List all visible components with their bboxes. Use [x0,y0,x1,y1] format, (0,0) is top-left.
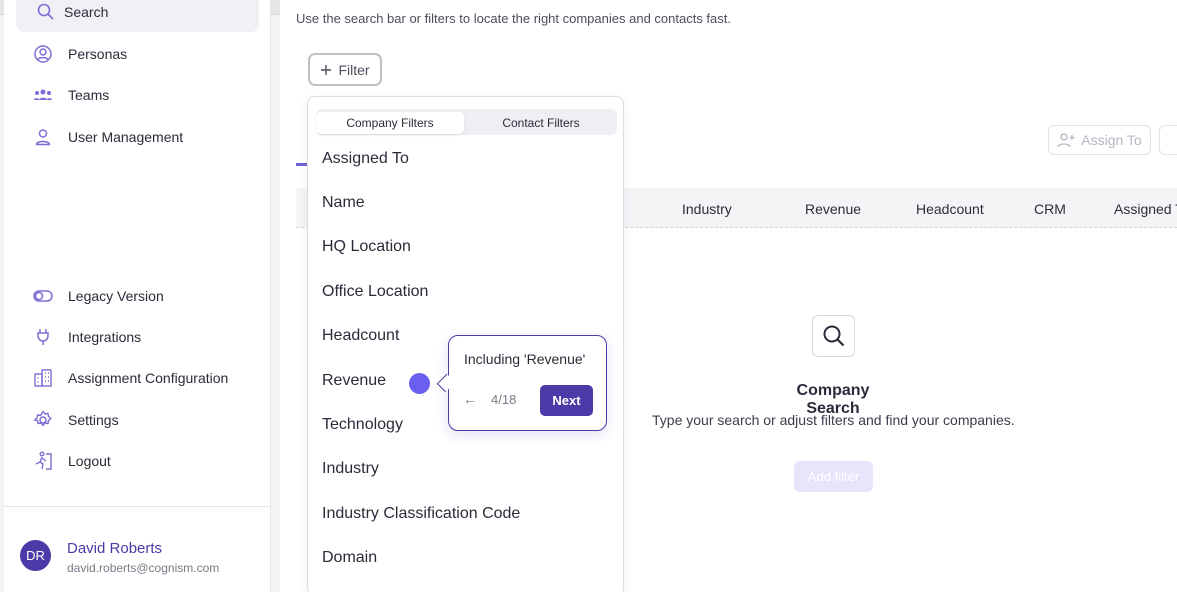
tour-beacon[interactable] [409,373,430,394]
tour-back-button[interactable]: ← [463,391,477,407]
column-header-headcount[interactable]: Headcount [916,201,984,217]
tour-step-counter: 4/18 [491,392,517,407]
filter-option-revenue[interactable]: Revenue [322,372,386,390]
sidebar-item-label: Teams [68,87,110,103]
sidebar-item-label: User Management [68,129,184,145]
plug-icon [32,326,54,348]
filter-type-switch: Company Filters Contact Filters [316,109,617,135]
empty-state-description: Type your search or adjust filters and f… [652,412,1015,428]
column-header-revenue[interactable]: Revenue [805,201,861,217]
tab-contact-filters[interactable]: Contact Filters [467,112,615,134]
persona-icon [32,43,54,65]
sidebar-item-label: Personas [68,46,128,62]
sidebar-item-assignment-configuration[interactable]: Assignment Configuration [32,366,228,390]
toggle-icon [32,285,54,307]
user-icon [32,126,54,148]
filter-option-industry-classification-code[interactable]: Industry Classification Code [322,505,520,523]
sidebar-item-legacy-version[interactable]: Legacy Version [32,284,164,308]
user-email: david.roberts@cognism.com [67,561,220,575]
column-header-crm[interactable]: CRM [1034,201,1066,217]
sidebar-item-personas[interactable]: Personas [32,42,127,66]
gear-icon [32,409,54,431]
page-subtitle: Use the search bar or filters to locate … [296,11,731,26]
tour-tooltip-text: Including 'Revenue' [464,351,586,367]
sidebar-item-label: Assignment Configuration [68,370,229,386]
sidebar-item-settings[interactable]: Settings [32,408,119,432]
sidebar-item-label: Logout [68,453,111,469]
sidebar-item-label: Legacy Version [68,288,164,304]
search-icon [823,325,844,347]
sidebar-item-user-management[interactable]: User Management [32,125,183,149]
sidebar: Search Personas Teams User Management Le… [4,0,271,592]
sidebar-item-label: Settings [68,412,119,428]
filter-option-technology[interactable]: Technology [322,416,403,434]
tab-company-filters[interactable]: Company Filters [316,112,464,134]
search-icon [37,3,54,20]
empty-state-search-icon [812,315,855,357]
avatar: DR [20,540,51,571]
filter-option-hq-location[interactable]: HQ Location [322,238,411,256]
assign-to-button[interactable]: Assign To [1048,125,1151,155]
user-name: David Roberts [67,540,163,557]
tour-next-button[interactable]: Next [540,385,593,416]
teams-icon [32,84,54,106]
tour-tooltip: Including 'Revenue' ← 4/18 Next [448,335,607,431]
sidebar-item-label: Search [64,4,109,20]
filter-button[interactable]: Filter [308,53,382,86]
filter-option-assigned-to[interactable]: Assigned To [322,150,409,168]
building-icon [32,367,54,389]
filter-option-industry[interactable]: Industry [322,460,379,478]
logout-icon [32,450,54,472]
sidebar-item-teams[interactable]: Teams [32,83,109,107]
more-actions-button[interactable] [1159,125,1177,155]
plus-icon [321,64,332,75]
add-filter-button[interactable]: Add filter [794,461,873,492]
sidebar-item-integrations[interactable]: Integrations [32,325,141,349]
filter-option-domain[interactable]: Domain [322,549,377,567]
sidebar-item-logout[interactable]: Logout [32,449,111,473]
column-header-industry[interactable]: Industry [682,201,732,217]
user-profile[interactable]: DR David Roberts david.roberts@cognism.c… [4,506,271,592]
add-user-icon [1057,133,1075,148]
filter-option-name[interactable]: Name [322,194,365,212]
filter-option-headcount[interactable]: Headcount [322,327,399,345]
sidebar-item-label: Integrations [68,329,142,345]
sidebar-item-search[interactable]: Search [16,0,259,32]
column-header-assigned-to[interactable]: Assigned To [1114,201,1177,217]
filter-option-office-location[interactable]: Office Location [322,283,428,301]
